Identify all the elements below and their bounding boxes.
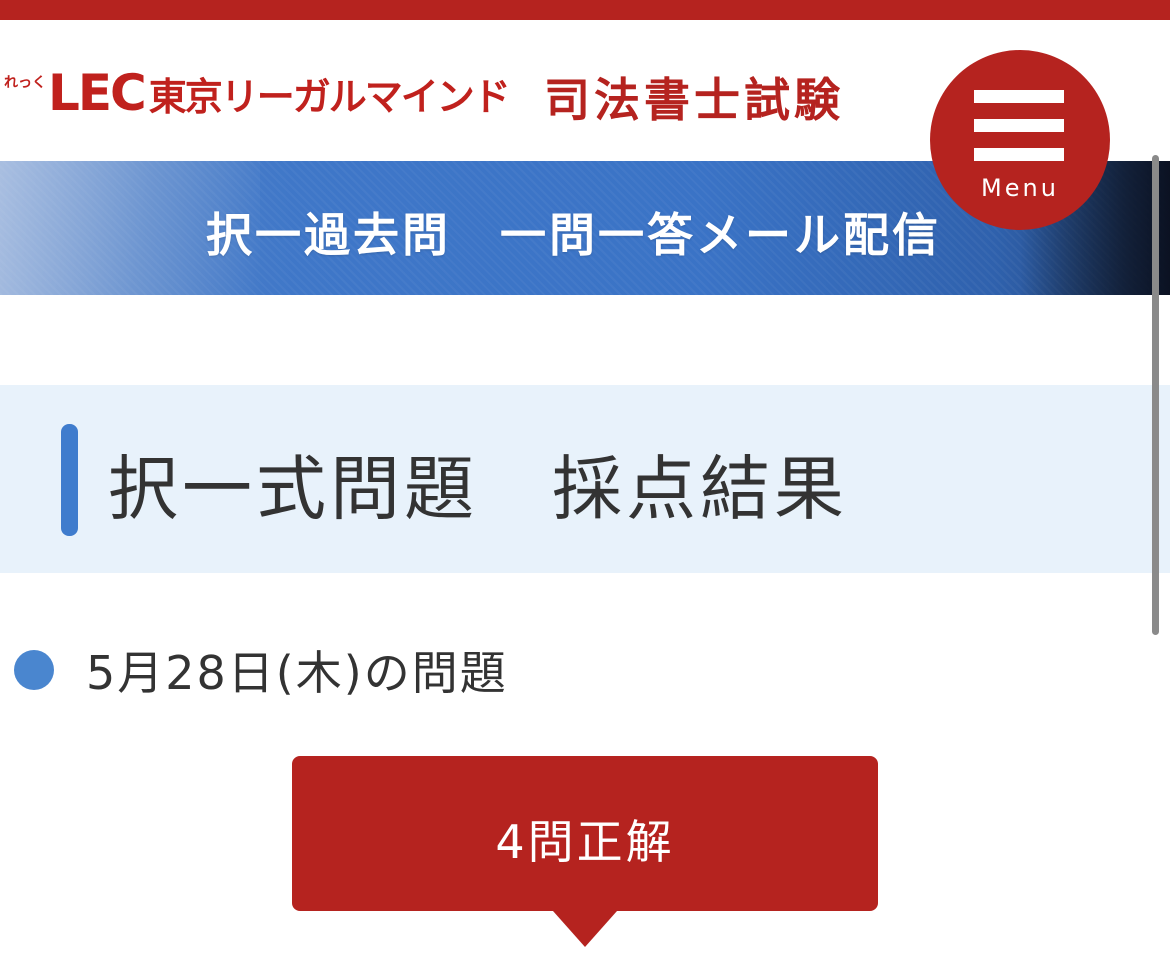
logo-mark: れっく LEC [4, 64, 147, 122]
result-label: 4問正解 [495, 815, 675, 869]
lec-logo[interactable]: れっく LEC 東京リーガルマインド [4, 58, 511, 128]
banner-title: 択一過去問 一問一答メール配信 [206, 208, 941, 262]
question-date: 5月28日(木)の問題 [86, 646, 508, 700]
logo-kana: れっく [4, 75, 46, 91]
scrollbar[interactable] [1152, 155, 1159, 635]
top-accent-bar [0, 0, 1170, 20]
result-box: 4問正解 [292, 756, 878, 911]
triangle-down-icon [553, 911, 617, 947]
heading-accent-bar [61, 424, 78, 536]
page-title: 択一式問題 採点結果 [108, 448, 848, 530]
hamburger-icon-line [974, 119, 1064, 132]
logo-company-name: 東京リーガルマインド [148, 74, 511, 119]
section-heading: 択一式問題 採点結果 [0, 385, 1170, 573]
question-date-row: 5月28日(木)の問題 [14, 640, 508, 700]
menu-label: Menu [981, 174, 1059, 202]
hamburger-icon-line [974, 148, 1064, 161]
hamburger-icon [974, 90, 1064, 103]
bullet-dot-icon [14, 650, 54, 690]
logo-letters: LEC [48, 64, 147, 122]
menu-button[interactable]: Menu [930, 50, 1110, 230]
site-title[interactable]: 司法書士試験 [544, 64, 844, 130]
page: れっく LEC 東京リーガルマインド 司法書士試験 択一過去問 一問一答メール配… [0, 0, 1170, 965]
